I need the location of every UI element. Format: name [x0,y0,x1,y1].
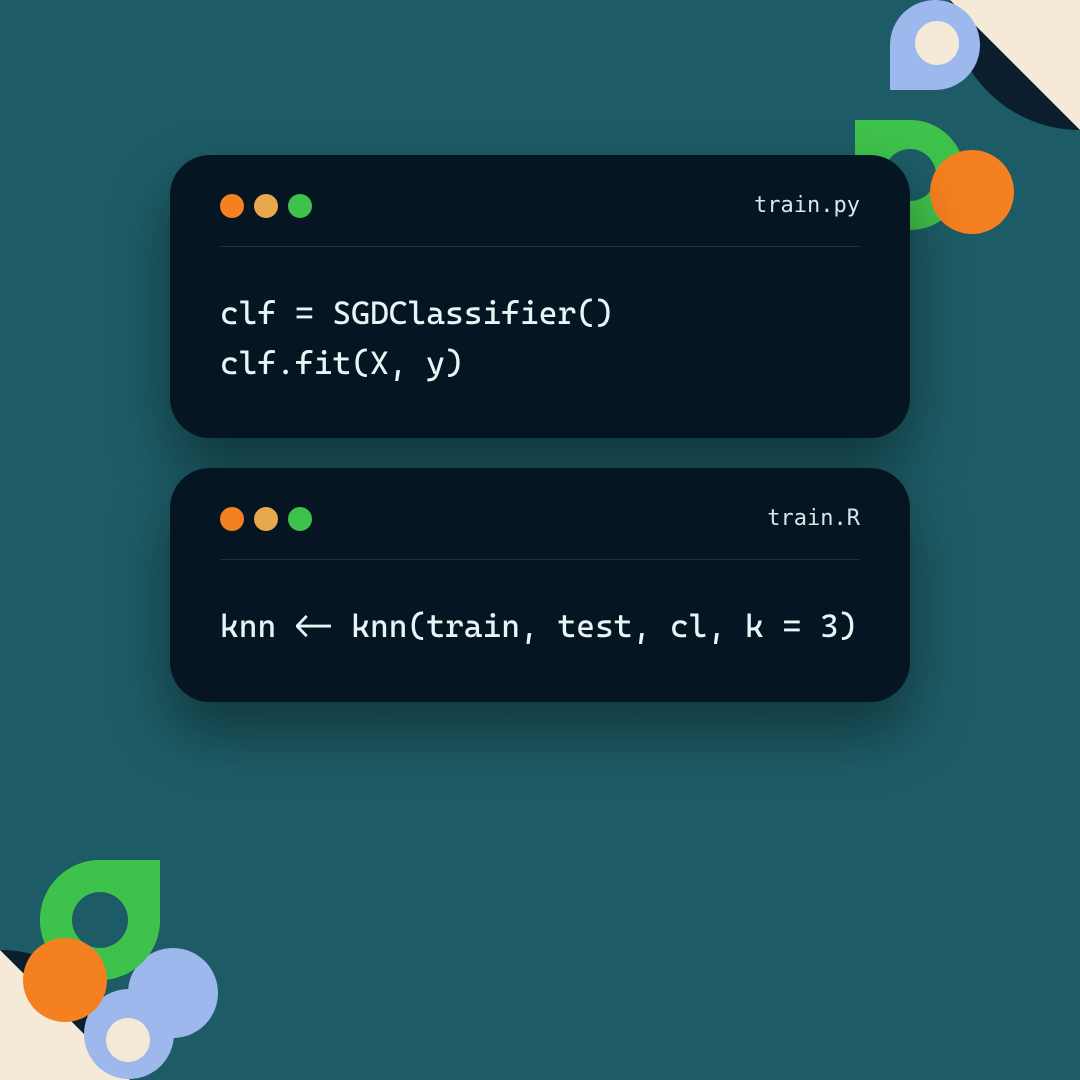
card-header: train.R [220,506,860,531]
divider [220,246,860,247]
divider [220,559,860,560]
code-content: knn <- knn(train, test, cl, k = 3) [220,602,860,652]
code-content: clf = SGDClassifier() clf.fit(X, y) [220,289,860,388]
maximize-icon [288,507,312,531]
code-card-python: train.py clf = SGDClassifier() clf.fit(X… [170,155,910,438]
decoration-bottom-left [0,800,280,1080]
code-card-r: train.R knn <- knn(train, test, cl, k = … [170,468,910,702]
close-icon [220,194,244,218]
minimize-icon [254,194,278,218]
filename-label: train.R [767,506,860,531]
window-controls [220,507,312,531]
filename-label: train.py [754,193,860,218]
minimize-icon [254,507,278,531]
code-cards-container: train.py clf = SGDClassifier() clf.fit(X… [170,155,910,702]
close-icon [220,507,244,531]
maximize-icon [288,194,312,218]
window-controls [220,194,312,218]
card-header: train.py [220,193,860,218]
